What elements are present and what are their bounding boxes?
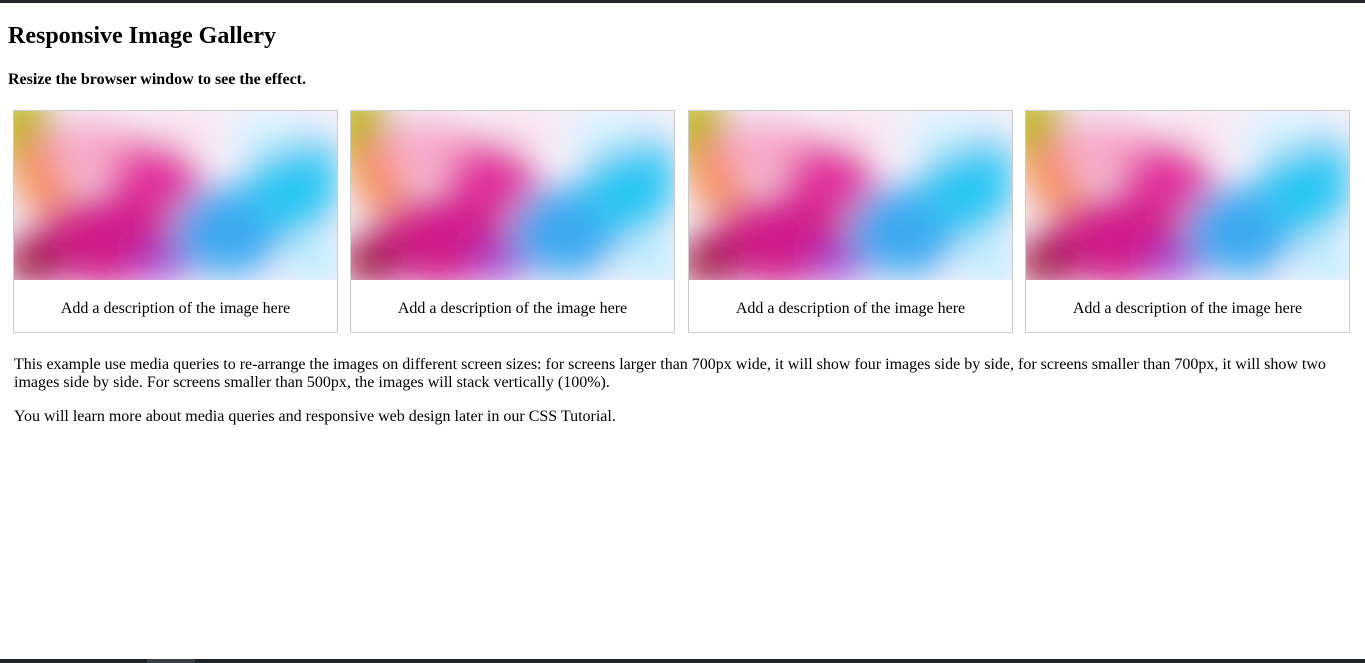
gallery-item: Add a description of the image here bbox=[688, 110, 1013, 333]
image-description: Add a description of the image here bbox=[1072, 300, 1303, 317]
colorful-powder-splash-image bbox=[351, 111, 674, 280]
gallery-item: Add a description of the image here bbox=[350, 110, 675, 333]
colorful-powder-splash-image bbox=[1026, 111, 1349, 280]
gallery-item: Add a description of the image here bbox=[1025, 110, 1350, 333]
gallery-row: Add a description of the image here Add … bbox=[13, 110, 1351, 333]
info-paragraph-tutorial: You will learn more about media queries … bbox=[14, 408, 616, 425]
page-subtitle: Resize the browser window to see the eff… bbox=[8, 71, 306, 88]
image-description: Add a description of the image here bbox=[60, 300, 291, 317]
page-title: Responsive Image Gallery bbox=[8, 23, 276, 49]
gallery-image-link[interactable] bbox=[14, 111, 337, 280]
scrollbar-thumb[interactable] bbox=[147, 659, 195, 663]
taskbar-edge bbox=[0, 659, 1365, 663]
image-description: Add a description of the image here bbox=[735, 300, 966, 317]
image-description: Add a description of the image here bbox=[397, 300, 628, 317]
window-top-border bbox=[0, 0, 1365, 3]
colorful-powder-splash-image bbox=[14, 111, 337, 280]
gallery-image-link[interactable] bbox=[1026, 111, 1349, 280]
gallery-image-link[interactable] bbox=[689, 111, 1012, 280]
colorful-powder-splash-image bbox=[689, 111, 1012, 280]
info-paragraph-media-queries: This example use media queries to re-arr… bbox=[14, 356, 1326, 391]
gallery-image-link[interactable] bbox=[351, 111, 674, 280]
gallery-item: Add a description of the image here bbox=[13, 110, 338, 333]
